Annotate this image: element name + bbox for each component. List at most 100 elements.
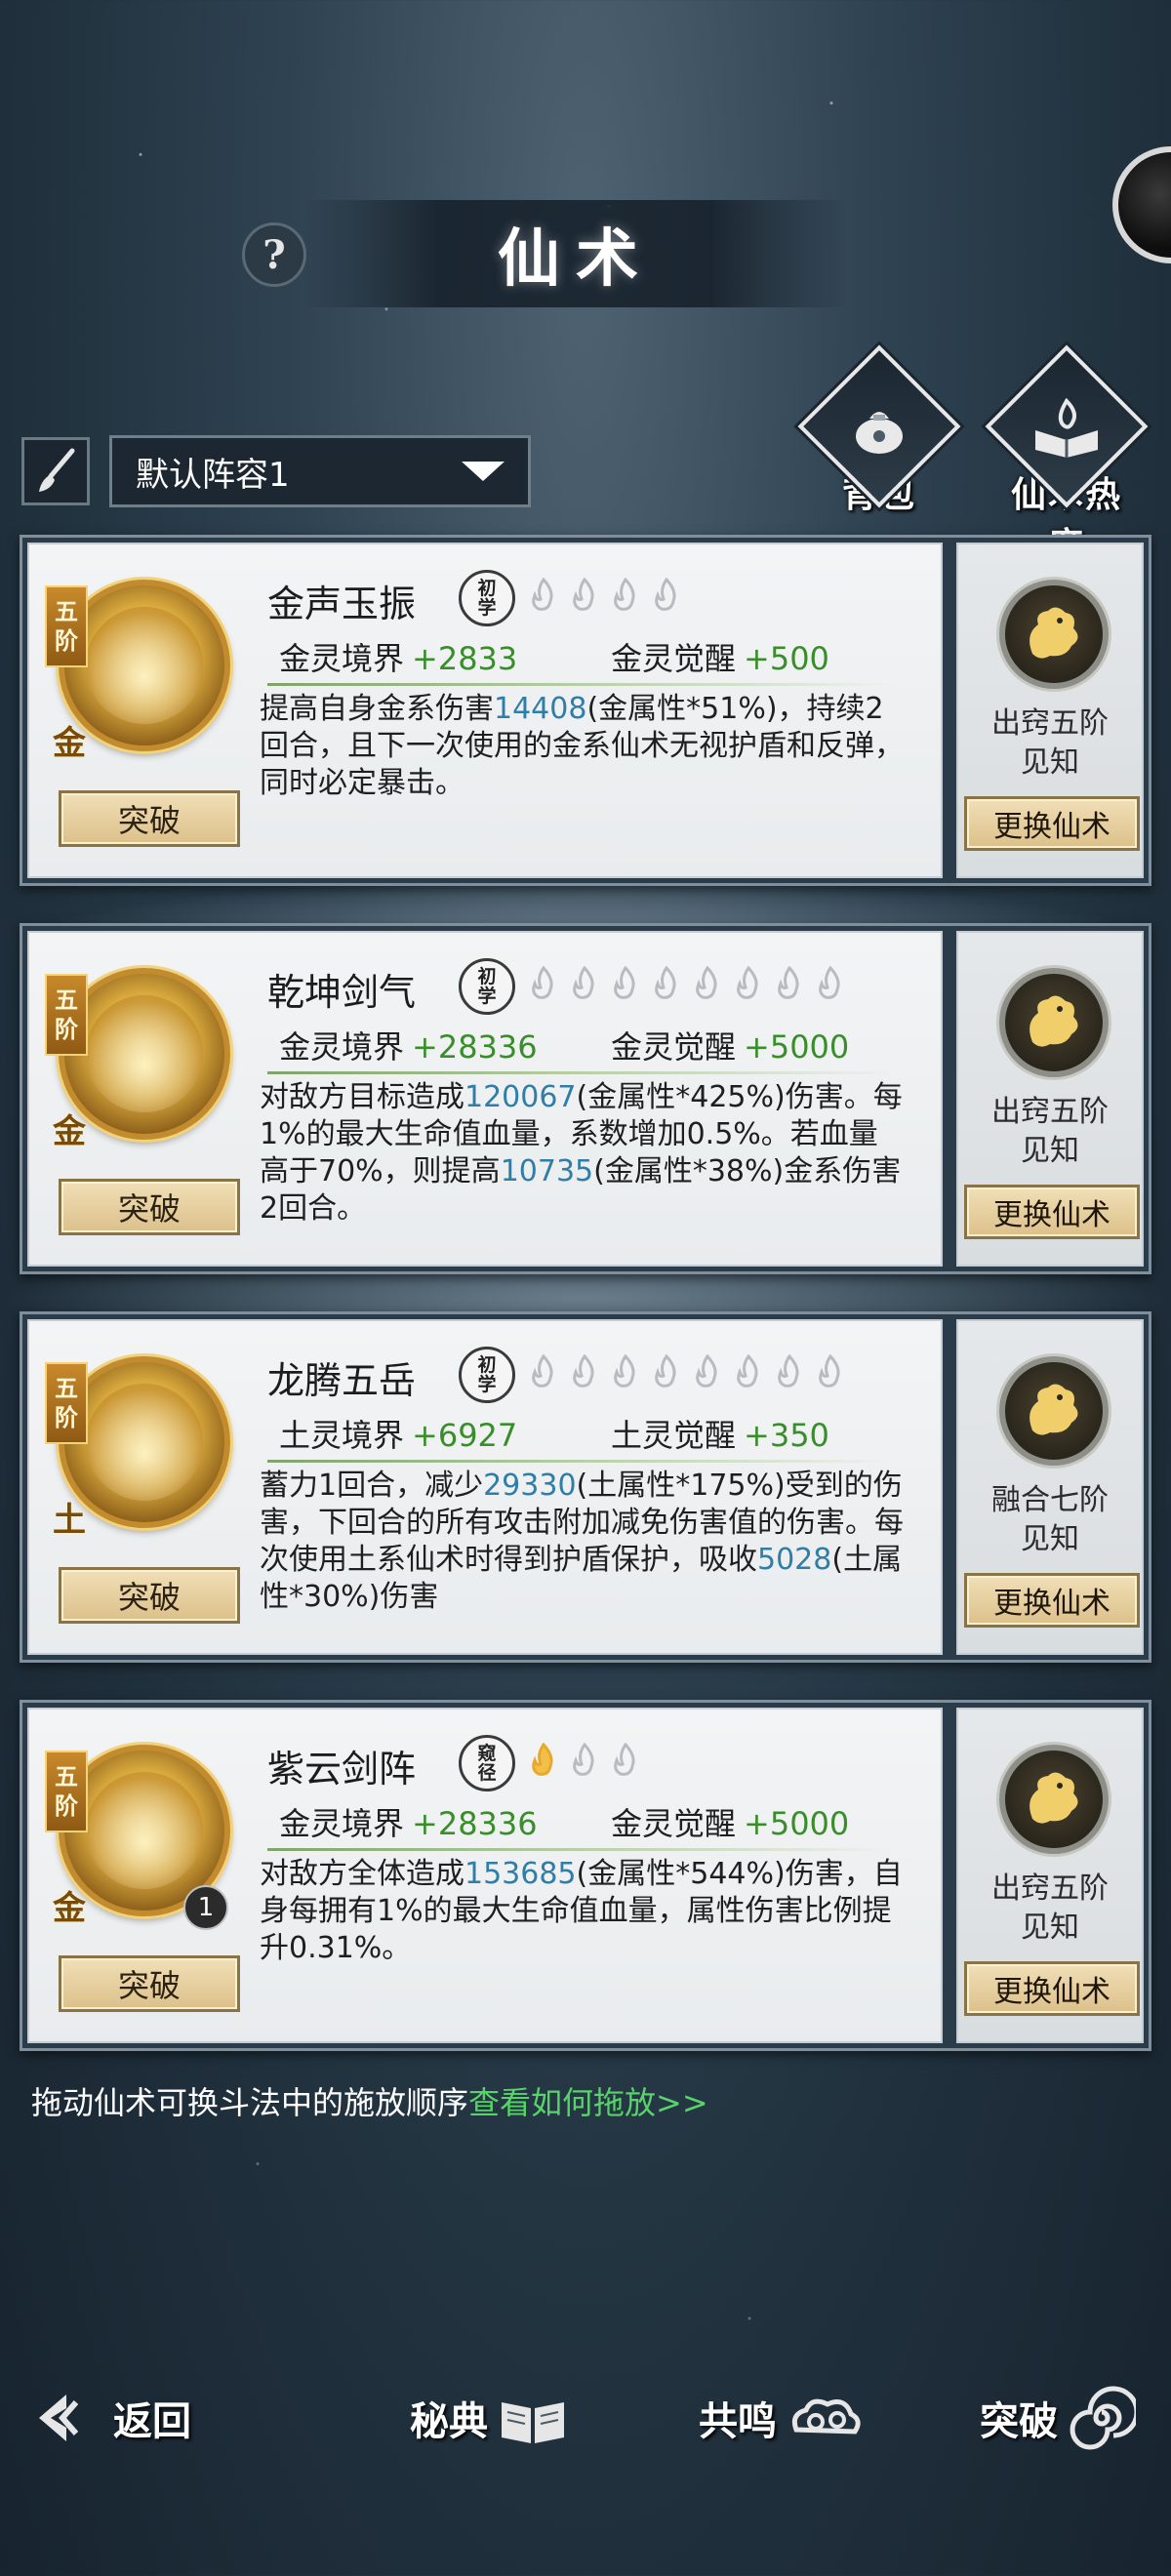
dragon-emblem-icon: [999, 580, 1109, 689]
spell-name: 金声玉振: [267, 583, 417, 625]
stat-awaken-value: +5000: [744, 1028, 850, 1066]
brush-button[interactable]: [21, 437, 90, 505]
flame-icon: [527, 965, 560, 1005]
flame-icon: [773, 1353, 806, 1393]
card-main-panel: 五阶金突破 乾坤剑气初学金灵境界 +28336 金灵觉醒 +5000 对敌方目标造成120…: [27, 931, 943, 1267]
desc-text: 对敌方目标造成: [260, 1080, 464, 1114]
stat-realm: 金灵境界 +2833: [279, 634, 517, 679]
how-to-drag-link[interactable]: 查看如何拖放>>: [468, 2084, 708, 2121]
stat-awaken-label: 金灵觉醒: [611, 1028, 737, 1066]
spell-description: 蓄力1回合，减少29330(土属性*175%)受到的伤害，下回合的所有攻击附加减…: [260, 1468, 904, 1616]
spiral-icon: [1070, 2386, 1136, 2450]
element-glyph: 土: [53, 1501, 86, 1540]
desc-number: 29330: [483, 1469, 577, 1503]
unlock-requirement: 出窍五阶 见知: [958, 1093, 1142, 1171]
flame-icon: [568, 1742, 601, 1782]
spell-card[interactable]: 五阶金突破 乾坤剑气初学金灵境界 +28336 金灵觉醒 +5000 对敌方目标造成120…: [20, 923, 1151, 1274]
resonance-button[interactable]: 共鸣: [699, 2369, 865, 2467]
brush-icon: [39, 448, 75, 492]
stat-awaken-value: +350: [744, 1417, 829, 1454]
unlock-stage: 出窍五阶: [991, 706, 1109, 741]
dragon-emblem-icon: [999, 1356, 1109, 1466]
spell-card[interactable]: 五阶土突破 龙腾五岳初学土灵境界 +6927 土灵觉醒 +350 蓄力1回合，减少2933…: [20, 1311, 1151, 1663]
stat-awaken-label: 金灵觉醒: [611, 1805, 737, 1842]
bag-icon: [856, 412, 903, 454]
stat-awaken-value: +500: [744, 640, 829, 677]
swap-spell-button[interactable]: 更换仙术: [964, 796, 1140, 851]
card-side-panel: 出窍五阶 见知 更换仙术: [956, 543, 1144, 878]
unlock-level: 见知: [1021, 1134, 1079, 1168]
flame-icon: [691, 965, 724, 1005]
unlock-stage: 出窍五阶: [991, 1095, 1109, 1129]
flame-icon: [650, 965, 683, 1005]
secret-book-button[interactable]: 秘典: [410, 2369, 568, 2467]
bottom-nav: 返回 秘典 共鸣 突破: [0, 2369, 1171, 2467]
breakthrough-button[interactable]: 突破: [59, 1955, 240, 2012]
secret-book-label: 秘典: [410, 2398, 488, 2444]
cloud-swirl-icon: [791, 2398, 861, 2435]
divider: [267, 1460, 892, 1463]
card-side-panel: 融合七阶 见知更换仙术: [956, 1319, 1144, 1655]
unlock-level: 见知: [1021, 1522, 1079, 1556]
card-main-panel: 五阶土突破 龙腾五岳初学土灵境界 +6927 土灵觉醒 +350 蓄力1回合，减少2933…: [27, 1319, 943, 1655]
flame-icon: [732, 965, 765, 1005]
stat-realm-label: 土灵境界: [279, 1417, 405, 1454]
spell-name: 紫云剑阵: [267, 1748, 417, 1791]
stat-awaken: 金灵觉醒 +5000: [611, 1023, 849, 1067]
back-button[interactable]: 返回: [33, 2369, 191, 2467]
title-banner: 仙术: [303, 200, 849, 307]
desc-text: 蓄力1回合，减少: [260, 1469, 484, 1503]
stat-realm: 金灵境界 +28336: [279, 1023, 538, 1067]
desc-number: 5028: [757, 1543, 832, 1577]
breakthrough-button[interactable]: 突破: [59, 790, 240, 847]
dragon-emblem-icon: [999, 968, 1109, 1077]
stat-realm-value: +6927: [412, 1417, 518, 1454]
flame-icon: [814, 1353, 847, 1393]
stat-awaken: 金灵觉醒 +500: [611, 634, 829, 679]
stat-awaken-value: +5000: [744, 1805, 850, 1842]
back-arrow-icon: [39, 2395, 79, 2441]
flame-icon: [732, 1353, 765, 1393]
card-main-panel: 五阶金突破 金声玉振初学金灵境界 +2833 金灵觉醒 +500 提高自身金系伤害1440…: [27, 543, 943, 878]
bag-button[interactable]: 背包: [797, 344, 961, 517]
card-side-panel: 出窍五阶 见知 更换仙术: [956, 1708, 1144, 2043]
rank-seal: 初学: [459, 1347, 515, 1403]
lineup-dropdown[interactable]: 默认阵容1: [109, 435, 531, 507]
tier-tag: 五阶: [45, 974, 88, 1056]
spell-description: 对敌方目标造成120067(金属性*425%)伤害。每1%的最大生命值血量，系数…: [260, 1079, 904, 1228]
stat-realm-value: +2833: [412, 640, 518, 677]
flame-icon: [773, 965, 806, 1005]
spell-card[interactable]: 五阶金突破 金声玉振初学金灵境界 +2833 金灵觉醒 +500 提高自身金系伤害1440…: [20, 535, 1151, 886]
element-glyph: 金: [53, 724, 86, 763]
breakthrough-nav-button[interactable]: 突破: [980, 2369, 1136, 2467]
flame-icon: [568, 1353, 601, 1393]
dragon-emblem-icon: [999, 1745, 1109, 1854]
flame-rating: [527, 577, 683, 617]
count-badge: 1: [183, 1885, 228, 1930]
breakthrough-button[interactable]: 突破: [59, 1567, 240, 1624]
unlock-requirement: 融合七阶 见知: [958, 1481, 1142, 1559]
tier-tag: 五阶: [45, 585, 88, 667]
stat-awaken: 金灵觉醒 +5000: [611, 1799, 849, 1844]
rank-seal: 初学: [459, 570, 515, 626]
swap-spell-button[interactable]: 更换仙术: [964, 1185, 1140, 1239]
page-title: 仙术: [498, 222, 654, 296]
help-button[interactable]: ?: [242, 222, 306, 287]
swap-spell-button[interactable]: 更换仙术: [964, 1961, 1140, 2016]
chevron-down-icon: [462, 462, 505, 481]
open-book-icon: [502, 2402, 564, 2443]
flame-rating: [527, 1742, 642, 1782]
flame-icon: [814, 965, 847, 1005]
stat-realm: 金灵境界 +28336: [279, 1799, 538, 1844]
rank-seal: 窥径: [459, 1735, 515, 1791]
desc-text: 提高自身金系伤害: [260, 692, 494, 726]
flame-icon: [527, 577, 560, 617]
flame-icon: [650, 577, 683, 617]
divider: [267, 1071, 892, 1074]
flame-icon: [609, 1742, 642, 1782]
swap-spell-button[interactable]: 更换仙术: [964, 1573, 1140, 1628]
breakthrough-button[interactable]: 突破: [59, 1179, 240, 1235]
drag-hint-text: 拖动仙术可换斗法中的施放顺序: [31, 2084, 469, 2121]
stat-awaken: 土灵觉醒 +350: [611, 1411, 829, 1456]
spell-card[interactable]: 五阶金 1 突破 紫云剑阵窥径金灵境界 +28336 金灵觉醒 +5000 对敌方全体造成15…: [20, 1700, 1151, 2051]
